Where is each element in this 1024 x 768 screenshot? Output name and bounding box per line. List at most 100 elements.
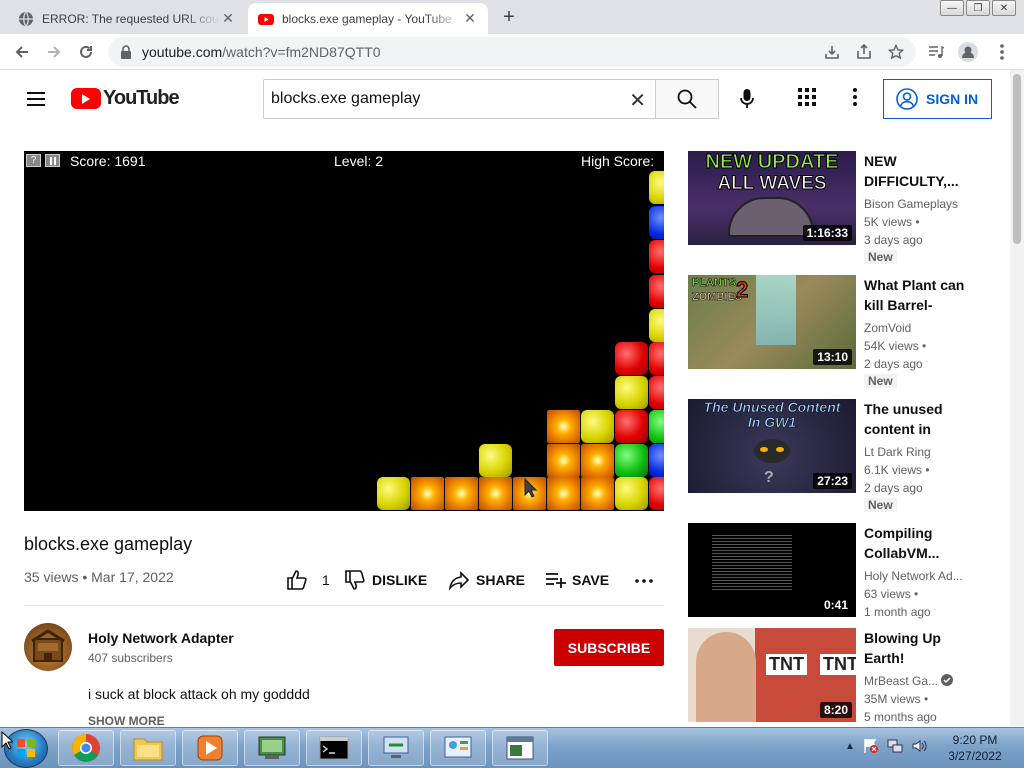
media-button[interactable]: [922, 38, 950, 66]
close-window-icon[interactable]: ✕: [992, 0, 1016, 16]
channel-name: MrBeast Ga...: [864, 672, 968, 690]
recommendation-item[interactable]: The Unused Content In GW1 ? 27:23 The un…: [688, 399, 978, 512]
tab-youtube[interactable]: blocks.exe gameplay - YouTube ✕: [248, 3, 488, 34]
taskbar-explorer[interactable]: [120, 730, 176, 766]
save-button[interactable]: SAVE: [544, 569, 609, 591]
dislike-button[interactable]: DISLIKE: [344, 569, 427, 591]
share-page-button[interactable]: [850, 38, 878, 66]
game-block: [649, 309, 664, 342]
recommendation-item[interactable]: TNT TNT 8:20 Blowing Up Earth! MrBeast G…: [688, 628, 978, 724]
video-title[interactable]: The unused content in GW...: [864, 399, 968, 439]
show-more-button[interactable]: SHOW MORE: [88, 714, 165, 728]
clock-time: 9:20 PM: [952, 733, 998, 747]
share-label: SHARE: [476, 572, 526, 588]
minimize-icon[interactable]: —: [940, 0, 964, 16]
video-player[interactable]: ? Score: 1691 Level: 2 High Score:: [24, 151, 664, 511]
screen: { "browser": { "tabs": [ {"title": "ERRO…: [0, 0, 1024, 768]
recommendation-item[interactable]: PLANTS ZOMBIES 2 13:10 What Plant can ki…: [688, 275, 978, 388]
url-text[interactable]: youtube.com/watch?v=fm2ND87QTT0: [142, 44, 381, 60]
video-info: Compiling CollabVM... Holy Network Ad...…: [864, 523, 968, 621]
video-thumbnail[interactable]: 0:41: [688, 523, 856, 617]
search-button[interactable]: [655, 79, 719, 119]
chrome-menu-button[interactable]: [988, 38, 1016, 66]
action-center-flag-icon[interactable]: [863, 738, 879, 754]
hamburger-menu-icon[interactable]: [24, 87, 48, 111]
video-thumbnail[interactable]: TNT TNT 8:20: [688, 628, 856, 722]
window-controls: — ❐ ✕: [940, 0, 1016, 16]
view-count: 35M views •: [864, 692, 929, 706]
thumbnail-art: [756, 275, 796, 345]
close-tab-icon[interactable]: ✕: [462, 10, 478, 27]
voice-search-button[interactable]: [733, 85, 761, 113]
channel-name: Bison Gameplays: [864, 197, 959, 211]
reload-button[interactable]: [72, 38, 100, 66]
game-block-clearing: [581, 444, 614, 477]
new-tab-button[interactable]: +: [496, 6, 522, 28]
search-icon: [677, 89, 697, 109]
taskbar-app[interactable]: [430, 730, 486, 766]
recommendation-item[interactable]: NEW UPDATE ALL WAVES 1:16:33 NEW DIFFICU…: [688, 151, 978, 264]
video-title[interactable]: Compiling CollabVM...: [864, 523, 968, 563]
back-button[interactable]: [8, 38, 36, 66]
game-block: [649, 444, 664, 477]
settings-more-button[interactable]: [843, 85, 867, 109]
video-title[interactable]: NEW DIFFICULTY,...: [864, 151, 968, 191]
like-count: 1: [322, 572, 330, 588]
bookmark-button[interactable]: [882, 38, 910, 66]
apps-grid-icon[interactable]: [795, 85, 819, 109]
close-tab-icon[interactable]: ✕: [220, 10, 236, 27]
maximize-icon[interactable]: ❐: [966, 0, 990, 16]
video-title[interactable]: Blowing Up Earth!: [864, 628, 968, 668]
install-button[interactable]: [818, 38, 846, 66]
game-score: Score: 1691: [70, 153, 146, 169]
more-actions-button[interactable]: [634, 567, 654, 587]
video-info: NEW DIFFICULTY,... Bison Gameplays 5K vi…: [864, 151, 968, 264]
windows-taskbar: ▲ 9:20 PM 3/27/2022: [0, 727, 1024, 768]
taskbar-app[interactable]: [368, 730, 424, 766]
video-info: The unused content in GW... Lt Dark Ring…: [864, 399, 968, 512]
tab-error[interactable]: ERROR: The requested URL could not be re…: [8, 3, 246, 34]
taskbar-media-player[interactable]: [182, 730, 238, 766]
clear-search-icon[interactable]: ✕: [629, 88, 646, 113]
show-hidden-icons-icon[interactable]: ▲: [845, 741, 855, 752]
game-block: [479, 444, 512, 477]
video-duration: 1:16:33: [802, 225, 852, 241]
system-clock[interactable]: 9:20 PM 3/27/2022: [940, 732, 1010, 764]
tab-strip: ERROR: The requested URL could not be re…: [0, 0, 1024, 34]
sign-in-button[interactable]: SIGN IN: [883, 79, 992, 119]
profile-icon: [958, 42, 978, 62]
clock-date: 3/27/2022: [948, 749, 1002, 763]
channel-avatar[interactable]: [24, 623, 72, 671]
tab-title: ERROR: The requested URL could not be re…: [42, 11, 220, 26]
subscribe-button[interactable]: SUBSCRIBE: [554, 629, 664, 666]
page-scrollbar[interactable]: [1010, 70, 1024, 726]
lock-icon[interactable]: [120, 45, 132, 59]
taskbar-app[interactable]: [244, 730, 300, 766]
taskbar-chrome[interactable]: [58, 730, 114, 766]
profile-button[interactable]: [954, 38, 982, 66]
url-path: /watch?v=fm2ND87QTT0: [222, 44, 381, 60]
address-bar[interactable]: youtube.com/watch?v=fm2ND87QTT0: [108, 37, 916, 67]
scrollbar-thumb[interactable]: [1013, 74, 1021, 244]
search-input[interactable]: blocks.exe gameplay ✕: [263, 79, 656, 119]
game-block: [581, 410, 614, 443]
video-duration: 8:20: [819, 702, 852, 718]
channel-name[interactable]: Holy Network Adapter: [88, 630, 234, 646]
video-thumbnail[interactable]: PLANTS ZOMBIES 2 13:10: [688, 275, 856, 369]
video-title[interactable]: What Plant can kill Barrel-Hea...: [864, 275, 968, 315]
taskbar-app[interactable]: [492, 730, 548, 766]
youtube-logo[interactable]: YouTube: [71, 87, 180, 110]
game-block: [615, 410, 648, 443]
like-button[interactable]: 1: [286, 569, 330, 591]
recommendation-item[interactable]: 0:41 Compiling CollabVM... Holy Network …: [688, 523, 978, 619]
taskbar-cmd[interactable]: [306, 730, 362, 766]
game-level: Level: 2: [334, 153, 384, 169]
volume-icon[interactable]: [911, 738, 927, 754]
command-prompt-icon: [319, 736, 349, 760]
forward-button[interactable]: [40, 38, 68, 66]
video-thumbnail[interactable]: NEW UPDATE ALL WAVES 1:16:33: [688, 151, 856, 245]
video-thumbnail[interactable]: The Unused Content In GW1 ? 27:23: [688, 399, 856, 493]
share-button[interactable]: SHARE: [448, 569, 525, 591]
thumbnail-caption: ZOMBIES: [692, 291, 743, 304]
network-icon[interactable]: [887, 738, 903, 754]
